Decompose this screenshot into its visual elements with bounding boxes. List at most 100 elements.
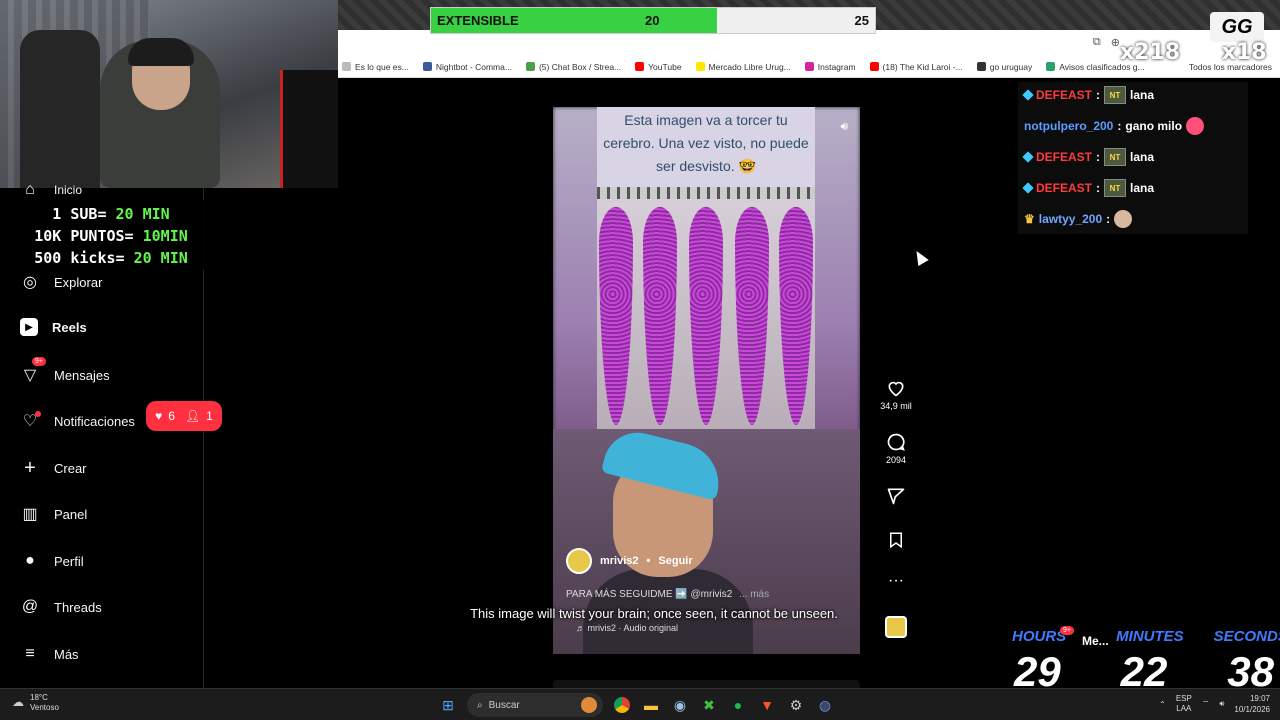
wind-icon: ☁	[12, 695, 24, 709]
like-heart-icon[interactable]	[886, 378, 906, 398]
sidebar-item-threads[interactable]: @ Threads	[20, 597, 102, 617]
bookmark-item[interactable]: (5) Chat Box / Strea...	[525, 62, 621, 72]
bookmark-item[interactable]: Instagram	[804, 62, 856, 72]
bookmark-item[interactable]: Mercado Libre Urug...	[695, 61, 791, 72]
chat-message: ♛ lawtyy_200:	[1024, 210, 1133, 228]
chat-text: gano milo	[1125, 119, 1183, 133]
cast-icon[interactable]: ⧉	[1093, 36, 1101, 49]
nt-emote-icon: NT	[1104, 179, 1127, 197]
messages-chip[interactable]: Me...	[1082, 634, 1109, 648]
sidebar-item-crear[interactable]: + Crear	[20, 456, 86, 479]
fork-prong	[689, 207, 723, 425]
more-options-icon[interactable]: ···	[876, 572, 916, 590]
bookmark-item[interactable]: Es lo que es...	[342, 62, 409, 72]
comment-icon[interactable]	[886, 432, 906, 452]
separator-dot: •	[646, 555, 651, 567]
notifications-pill[interactable]: ♥ 6 👤︎ 1	[146, 401, 222, 431]
bookmark-favicon-icon	[804, 62, 814, 71]
compass-icon: ◎	[23, 274, 37, 291]
taskbar-search-label: Buscar	[488, 699, 520, 711]
avatar-icon: ●	[25, 552, 35, 569]
share-icon[interactable]	[886, 486, 906, 506]
reels-icon: ▶	[20, 318, 38, 336]
sub-rate-value: 20 MIN	[115, 205, 170, 223]
steam-icon[interactable]: ◉	[670, 694, 690, 716]
sidebar-item-notificaciones[interactable]: ♡ Notificaciones	[20, 411, 135, 431]
volume-tray-icon[interactable]: 🔊︎	[1219, 699, 1224, 709]
share-action[interactable]	[876, 486, 916, 506]
sidebar-item-label: Explorar	[54, 274, 103, 290]
weather-desc: Ventoso	[30, 703, 59, 712]
more-link[interactable]: ... más	[739, 589, 769, 600]
bookmark-favicon-icon	[635, 62, 645, 71]
bookmark-label: Es lo que es...	[355, 61, 409, 72]
follow-button[interactable]: Seguir	[658, 555, 692, 567]
tray-chevron-icon[interactable]: ⌃	[1159, 700, 1166, 709]
weather-widget[interactable]: ☁ 18°C Ventoso	[12, 693, 59, 713]
sidebar-item-label: Más	[54, 646, 79, 662]
bookmark-icon[interactable]	[887, 530, 905, 550]
chat-text: lana	[1130, 150, 1155, 164]
stream-subtitle: This image will twist your brain; once s…	[470, 606, 838, 621]
sidebar-item-label: Reels	[52, 319, 87, 335]
plus-icon: +	[24, 456, 36, 479]
sidebar-item-label: Notificaciones	[54, 413, 135, 429]
bookmark-label: YouTube	[648, 61, 682, 72]
file-explorer-icon[interactable]: ▬	[641, 694, 661, 716]
bookmark-item[interactable]: (18) The Kid Laroi -...	[869, 62, 963, 72]
chat-username[interactable]: DEFEAST	[1036, 88, 1092, 102]
volume-icon[interactable]: 🔊︎	[840, 119, 848, 134]
bookmark-item[interactable]: Nightbot - Comma...	[422, 62, 512, 72]
crown-badge-icon: ♛	[1024, 212, 1035, 226]
minutes-label: MINUTES	[1116, 628, 1184, 645]
bookmark-item[interactable]: YouTube	[635, 61, 682, 72]
wifi-icon[interactable]: ⌔	[1202, 699, 1210, 709]
reel-author-avatar[interactable]	[566, 548, 592, 574]
chat-username[interactable]: notpulpero_200	[1024, 119, 1113, 133]
system-tray: ⌃ ESP LAA ⌔ 🔊︎ 19:07 10/1/2026	[1159, 693, 1270, 715]
timer-labels: HOURS MINUTES SECONDS	[1012, 628, 1280, 645]
language-indicator[interactable]: ESP LAA	[1176, 694, 1192, 714]
settings-icon[interactable]: ⚙	[786, 694, 806, 716]
chat-username[interactable]: lawtyy_200	[1039, 212, 1102, 226]
notif-follows-count: 1	[206, 409, 213, 423]
xbox-icon[interactable]: ✖	[699, 694, 719, 716]
discord-icon[interactable]: ◍	[815, 694, 835, 716]
goal-target: 25	[854, 13, 869, 28]
system-clock[interactable]: 19:07 10/1/2026	[1234, 693, 1270, 715]
reel-description-text: PARA MÁS SEGUIDME ➡️ @mrivis2	[566, 589, 733, 600]
threads-icon: @	[21, 598, 39, 615]
spotify-icon[interactable]: ●	[728, 694, 748, 716]
messenger-icon: ▽ 9+	[20, 357, 46, 385]
chat-message: DEFEAST: NT lana	[1022, 179, 1155, 197]
reel-author-username[interactable]: mrivis2	[600, 555, 639, 567]
like-action[interactable]: 34,9 mil	[876, 378, 916, 411]
sidebar-item-panel[interactable]: ▥ Panel	[20, 504, 87, 524]
emote-multiplier: x218 x18	[1120, 40, 1267, 65]
bookmark-item[interactable]: go uruguay	[976, 62, 1032, 72]
bookmark-label: Mercado Libre Urug...	[708, 61, 791, 72]
address-bar-icons: ⧉ ⊕	[1093, 36, 1120, 49]
brave-icon[interactable]: ▼	[757, 694, 777, 716]
sidebar-item-reels[interactable]: ▶ Reels	[20, 318, 87, 336]
reel-audio-label: mrivis2 · Audio original	[587, 623, 679, 633]
chat-username[interactable]: DEFEAST	[1036, 181, 1092, 195]
taskbar-search[interactable]: ⌕ Buscar	[467, 693, 603, 717]
comment-action[interactable]: 2094	[876, 432, 916, 465]
sidebar-item-explorar[interactable]: ◎ Explorar	[20, 272, 102, 292]
notification-dot	[35, 411, 41, 417]
sidebar-item-mensajes[interactable]: ▽ 9+ Mensajes	[20, 357, 110, 385]
chat-text: lana	[1130, 181, 1155, 195]
reel-audio[interactable]: ♬ mrivis2 · Audio original	[576, 623, 678, 633]
next-reel-preview[interactable]	[553, 680, 860, 688]
windows-start-icon[interactable]: ⊞	[438, 694, 458, 716]
zoom-icon[interactable]: ⊕	[1111, 36, 1120, 49]
sidebar-item-mas[interactable]: ≡ Más	[20, 644, 79, 664]
audio-thumbnail[interactable]	[885, 616, 907, 638]
chrome-icon[interactable]	[612, 694, 632, 716]
sidebar-item-inicio[interactable]: ⌂ Inicio	[20, 180, 82, 200]
save-action[interactable]	[876, 530, 916, 550]
messages-badge: 9+	[32, 357, 46, 366]
sidebar-item-perfil[interactable]: ● Perfil	[20, 551, 83, 571]
chat-username[interactable]: DEFEAST	[1036, 150, 1092, 164]
